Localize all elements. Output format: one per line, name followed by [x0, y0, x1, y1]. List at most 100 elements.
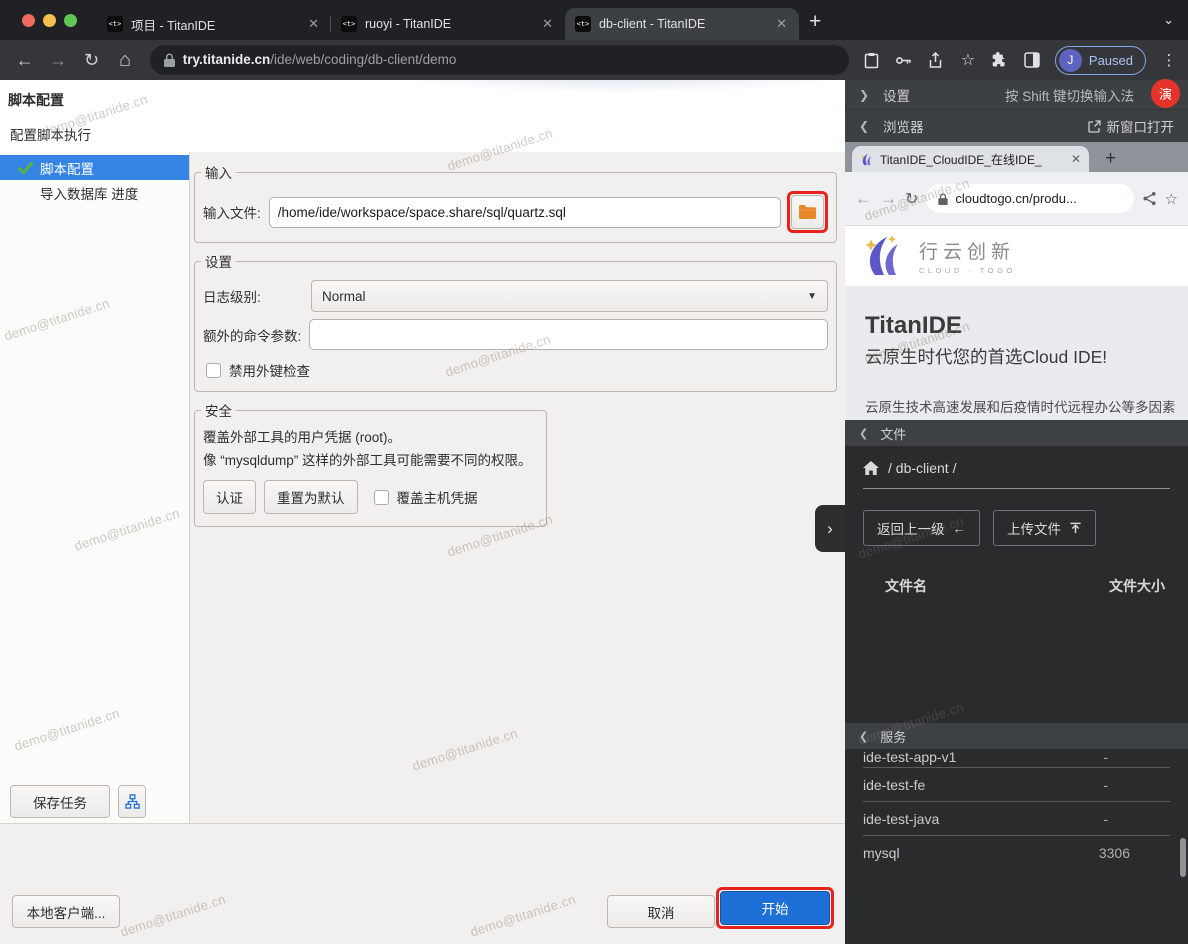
tab-project[interactable]: <t> 项目 - TitanIDE ✕ — [97, 8, 331, 40]
disable-fk-label: 禁用外键检查 — [229, 360, 310, 380]
bookmark-star-icon[interactable]: ☆ — [1165, 190, 1178, 208]
titanide-favicon: <t> — [341, 16, 357, 32]
hero-paragraph: 云原生技术高速发展和后疫情时代远程办公等多因素 — [865, 396, 1188, 416]
inner-address-bar[interactable]: cloudtogo.cn/produ... — [926, 184, 1133, 213]
lock-icon — [938, 193, 948, 205]
ime-hint-text: 按 Shift 键切换输入法 — [1005, 85, 1134, 105]
save-task-button[interactable]: 保存任务 — [10, 785, 110, 818]
bookmark-star-icon[interactable]: ☆ — [959, 51, 977, 69]
tab-strip: <t> 项目 - TitanIDE ✕ <t> ruoyi - TitanIDE… — [0, 0, 1188, 40]
nav-item-import-progress[interactable]: 导入数据库 进度 — [0, 180, 189, 205]
security-text-line2: 像 “mysqldump” 这样的外部工具可能需要不同的权限。 — [203, 449, 538, 472]
start-button[interactable]: 开始 — [720, 891, 830, 925]
panel-section-files[interactable]: ❮ 文件 — [845, 420, 1188, 446]
panel-section-services[interactable]: ❮ 服务 — [845, 723, 1188, 749]
security-group: 安全 覆盖外部工具的用户凭据 (root)。 像 “mysqldump” 这样的… — [194, 400, 547, 527]
close-tab-icon[interactable]: ✕ — [774, 16, 789, 32]
upload-file-button[interactable]: 上传文件 — [993, 510, 1096, 546]
forward-icon[interactable]: → — [880, 189, 897, 209]
browse-file-button[interactable] — [791, 195, 824, 229]
chevron-down-icon: ❮ — [859, 730, 868, 743]
tab-label: 项目 - TitanIDE — [131, 15, 298, 34]
folder-icon — [799, 205, 816, 219]
lock-icon — [164, 53, 175, 67]
service-row[interactable]: ide-test-app-v1 - — [863, 749, 1170, 767]
schedule-sitemap-button[interactable] — [118, 785, 146, 818]
profile-paused-button[interactable]: J Paused — [1055, 46, 1146, 75]
tab-ruoyi[interactable]: <t> ruoyi - TitanIDE ✕ — [331, 8, 565, 40]
settings-group: 设置 日志级别: Normal ▼ 额外的命令参数: — [194, 251, 837, 392]
inner-tab-label: TitanIDE_CloudIDE_在线IDE_ — [880, 151, 1065, 168]
tab-label: ruoyi - TitanIDE — [365, 17, 532, 31]
share-nodes-icon[interactable] — [1142, 191, 1157, 206]
security-text-line1: 覆盖外部工具的用户凭据 (root)。 — [203, 426, 538, 449]
cancel-button[interactable]: 取消 — [607, 895, 715, 928]
back-icon[interactable]: ← — [10, 50, 39, 71]
dialog-form: 输入 输入文件: 设置 — [190, 152, 845, 823]
breadcrumb-path[interactable]: / db-client / — [888, 460, 956, 476]
hero-title: TitanIDE — [865, 312, 1188, 340]
inner-browser-toolbar: ← → ↻ cloudtogo.cn/produ... ☆ — [845, 172, 1188, 226]
inner-tab-active[interactable]: TitanIDE_CloudIDE_在线IDE_ ✕ — [852, 146, 1089, 172]
log-level-select[interactable]: Normal ▼ — [311, 280, 828, 312]
browser-toolbar: ← → ↻ ⌂ try.titanide.cn/ide/web/coding/d… — [0, 40, 1188, 80]
ide-side-panel: 演 ❯ 设置 按 Shift 键切换输入法 ❮ 浏览器 新窗口打开 TitanI… — [845, 80, 1188, 944]
titanide-favicon: <t> — [575, 16, 591, 32]
demo-badge[interactable]: 演 — [1151, 79, 1180, 108]
inner-tab-strip: TitanIDE_CloudIDE_在线IDE_ ✕ + — [845, 142, 1188, 172]
close-tab-icon[interactable]: ✕ — [306, 16, 321, 32]
close-window-button[interactable] — [22, 14, 35, 27]
reload-icon[interactable]: ↻ — [905, 189, 918, 209]
external-link-icon — [1088, 120, 1101, 133]
tab-search-chevron-icon[interactable]: ⌄ — [1163, 12, 1174, 28]
input-file-field[interactable] — [269, 197, 781, 228]
password-key-icon[interactable] — [895, 51, 913, 69]
inner-new-tab-button[interactable]: + — [1089, 148, 1116, 172]
clipboard-icon[interactable] — [863, 51, 881, 69]
service-row[interactable]: ide-test-java - — [863, 802, 1170, 835]
reload-icon[interactable]: ↻ — [77, 50, 106, 71]
address-bar[interactable]: try.titanide.cn/ide/web/coding/db-client… — [150, 45, 849, 75]
new-tab-button[interactable]: + — [799, 8, 833, 40]
go-up-button[interactable]: 返回上一级 ← — [863, 510, 980, 546]
extra-args-field[interactable] — [309, 319, 828, 350]
browser-window: <t> 项目 - TitanIDE ✕ <t> ruoyi - TitanIDE… — [0, 0, 1188, 944]
nav-item-script-config[interactable]: 脚本配置 — [0, 155, 189, 180]
forward-icon[interactable]: → — [43, 50, 72, 71]
scrollbar-thumb[interactable] — [1180, 838, 1186, 877]
extensions-puzzle-icon[interactable] — [991, 51, 1009, 69]
dialog-nav: 脚本配置 导入数据库 进度 保存任务 — [0, 152, 190, 823]
authenticate-button[interactable]: 认证 — [203, 480, 256, 514]
dialog-subtitle: 配置脚本执行 — [10, 124, 845, 144]
disable-fk-checkbox[interactable] — [206, 363, 221, 378]
home-icon[interactable] — [863, 461, 879, 475]
service-name: mysql — [863, 845, 900, 861]
local-client-button[interactable]: 本地客户端... — [12, 895, 120, 928]
dialog-header: 脚本配置 配置脚本执行 — [0, 80, 845, 152]
maximize-window-button[interactable] — [64, 14, 77, 27]
side-panel-icon[interactable] — [1023, 51, 1041, 69]
service-row[interactable]: ide-test-fe - — [863, 768, 1170, 801]
settings-section-label: 设置 — [883, 85, 910, 105]
column-file-size: 文件大小 — [1109, 576, 1165, 596]
minimize-window-button[interactable] — [43, 14, 56, 27]
service-row[interactable]: mysql 3306 — [863, 836, 1170, 869]
hero-subtitle: 云原生时代您的首选Cloud IDE! — [865, 344, 1188, 369]
script-config-dialog: 脚本配置 配置脚本执行 脚本配置 导入数据库 进度 保存任务 — [0, 80, 845, 944]
close-tab-icon[interactable]: ✕ — [540, 16, 555, 32]
share-icon[interactable] — [927, 51, 945, 69]
service-name: ide-test-app-v1 — [863, 749, 956, 765]
panel-section-settings[interactable]: ❯ 设置 按 Shift 键切换输入法 — [845, 80, 1188, 110]
panel-collapse-handle[interactable]: › — [815, 505, 845, 552]
reset-default-button[interactable]: 重置为默认 — [264, 480, 358, 514]
override-host-checkbox[interactable] — [374, 490, 389, 505]
back-icon[interactable]: ← — [855, 189, 872, 209]
browser-menu-icon[interactable]: ⋮ — [1160, 51, 1178, 69]
open-new-window-button[interactable]: 新窗口打开 — [1088, 116, 1175, 136]
profile-status: Paused — [1089, 53, 1133, 68]
dialog-title: 脚本配置 — [8, 90, 845, 110]
panel-section-browser[interactable]: ❮ 浏览器 新窗口打开 — [845, 110, 1188, 142]
close-tab-icon[interactable]: ✕ — [1071, 152, 1081, 166]
tab-db-client-active[interactable]: <t> db-client - TitanIDE ✕ — [565, 8, 799, 40]
home-icon[interactable]: ⌂ — [110, 49, 139, 72]
